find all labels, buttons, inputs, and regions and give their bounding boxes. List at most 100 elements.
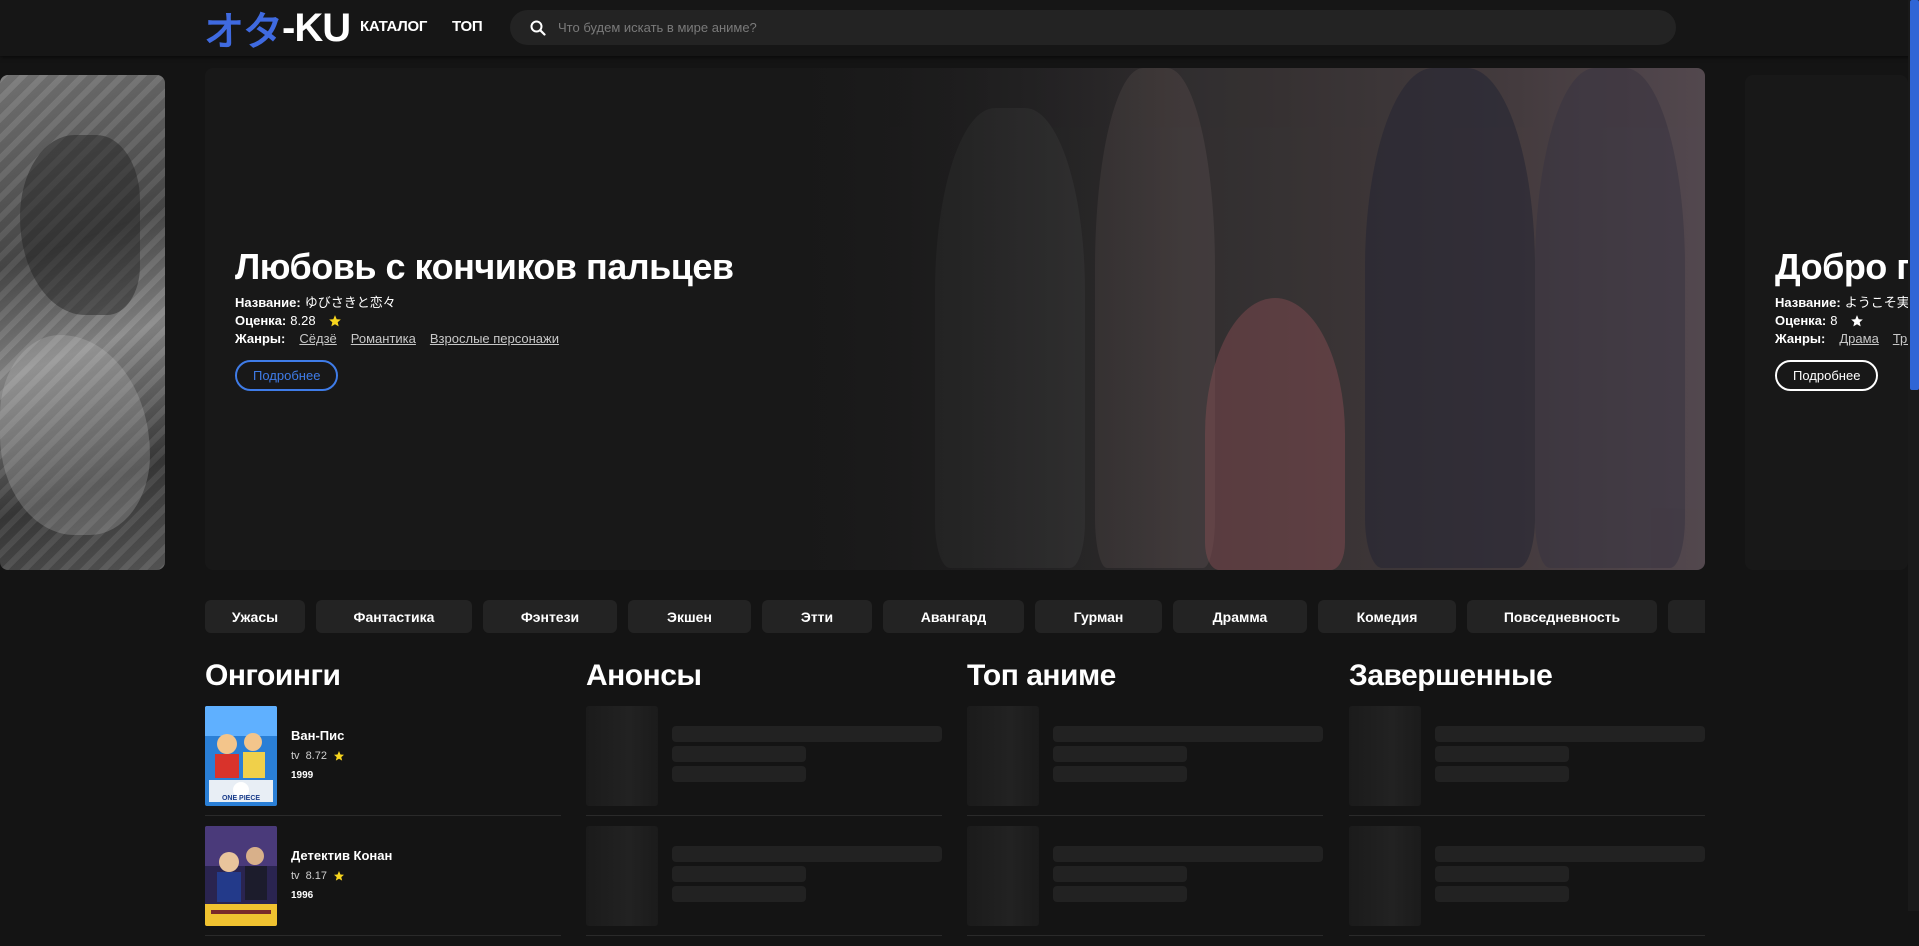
hero-next-rating-row: Оценка: 8 (1775, 312, 1908, 330)
skeleton-line (672, 886, 806, 902)
top-anime-column: Топ аниме (967, 656, 1323, 946)
skeleton-list-item (586, 826, 942, 936)
search-icon (530, 20, 546, 36)
hero-next-genre-link[interactable]: Драма (1839, 330, 1878, 348)
site-logo[interactable]: オタ -KU (204, 4, 351, 55)
hero-next-more-button[interactable]: Подробнее (1775, 360, 1879, 391)
genre-chip[interactable]: Повседневность (1467, 600, 1657, 633)
hero-rating-row: Оценка: 8.28 (235, 312, 734, 330)
skeleton-line (1435, 746, 1569, 762)
hero-slide-previous[interactable] (0, 75, 165, 570)
anime-year: 1996 (291, 890, 314, 901)
skeleton-list-item (967, 706, 1323, 816)
hero-rating-label: Оценка: (235, 313, 287, 328)
genre-chip[interactable]: Комедия (1318, 600, 1456, 633)
hero-genre-link[interactable]: Романтика (351, 330, 416, 348)
skeleton-line (1053, 886, 1187, 902)
skeleton-poster (1349, 826, 1421, 926)
skeleton-poster (967, 706, 1039, 806)
genre-chip[interactable]: Экшен (628, 600, 751, 633)
hero-rating-value: 8.28 (290, 313, 316, 328)
list-item[interactable]: Детектив Конан tv 8.17 1996 (205, 826, 561, 936)
hero-info: Любовь с кончиков пальцев Название: ゆびさき… (235, 246, 734, 391)
genre-chip[interactable] (1668, 600, 1705, 633)
skeleton-list-item (1349, 706, 1705, 816)
hero-artwork-fade (765, 68, 1185, 570)
hero-next-rating-label: Оценка: (1775, 313, 1827, 328)
skeleton-list-item (1349, 826, 1705, 936)
genre-chip[interactable]: Этти (762, 600, 872, 633)
hero-genre-link[interactable]: Взрослые персонажи (430, 330, 559, 348)
search-bar[interactable] (510, 10, 1676, 45)
hero-name-row: Название: ゆびさきと恋々 (235, 294, 734, 312)
search-input[interactable] (556, 19, 1676, 36)
skeleton-line (1435, 886, 1569, 902)
genre-chip[interactable]: Фантастика (316, 600, 472, 633)
genre-chip[interactable]: Авангард (883, 600, 1024, 633)
anime-poster[interactable] (205, 826, 277, 926)
hero-genres-label: Жанры: (235, 331, 286, 346)
finished-title: Завершенные (1349, 659, 1553, 692)
hero-next-info: Добро по Название: ようこそ実 Оценка: 8 Жанры… (1775, 246, 1908, 391)
anime-title[interactable]: Ван-Пис (291, 728, 344, 743)
skeleton-line (672, 726, 942, 742)
skeleton-line (1435, 846, 1705, 862)
skeleton-line (672, 866, 806, 882)
skeleton-line (1435, 866, 1569, 882)
nav-catalog-link[interactable]: КАТАЛОГ (360, 18, 427, 35)
anime-meta: tv 8.72 (291, 750, 345, 762)
hero-slide-next[interactable]: Добро по Название: ようこそ実 Оценка: 8 Жанры… (1745, 75, 1908, 570)
skeleton-poster (1349, 706, 1421, 806)
star-icon (1850, 314, 1864, 328)
star-icon (333, 750, 345, 762)
star-icon (328, 314, 342, 328)
skeleton-line (1435, 726, 1705, 742)
skeleton-line (672, 766, 806, 782)
nav-top-link[interactable]: ТОП (452, 18, 483, 35)
hero-genre-link[interactable]: Сёдзё (299, 330, 336, 348)
hero-next-title: Добро по (1775, 246, 1908, 287)
genre-chip[interactable]: Драмма (1173, 600, 1307, 633)
hero-more-button[interactable]: Подробнее (235, 360, 339, 391)
genre-chip[interactable]: Фэнтези (483, 600, 617, 633)
logo-accent: オタ (204, 10, 283, 54)
ongoing-title: Онгоинги (205, 659, 341, 692)
genre-chip[interactable]: Ужасы (205, 600, 305, 633)
hero-next-genres-label: Жанры: (1775, 331, 1826, 346)
hero-next-name-value: ようこそ実 (1844, 295, 1908, 310)
top-anime-title: Топ аниме (967, 659, 1116, 692)
announced-title: Анонсы (586, 659, 702, 692)
skeleton-line (672, 846, 942, 862)
scrollbar-thumb[interactable] (1910, 0, 1919, 390)
anime-poster[interactable]: ONE PIECE (205, 706, 277, 806)
skeleton-line (1435, 766, 1569, 782)
anime-title[interactable]: Детектив Конан (291, 848, 392, 863)
genre-chip[interactable]: Гурман (1035, 600, 1162, 633)
page-scrollbar[interactable] (1908, 0, 1919, 911)
list-item[interactable]: ONE PIECE Ван-Пис tv 8.72 1999 (205, 706, 561, 816)
skeleton-list-item (967, 826, 1323, 936)
skeleton-line (1053, 726, 1323, 742)
logo-rest: -KU (282, 5, 351, 50)
top-header: オタ -KU КАТАЛОГ ТОП (0, 0, 1919, 56)
anime-meta: tv 8.17 (291, 870, 345, 882)
skeleton-line (1053, 846, 1323, 862)
skeleton-poster (586, 826, 658, 926)
announced-column: Анонсы (586, 656, 942, 946)
slide-art-figure (0, 335, 150, 535)
skeleton-line (1053, 766, 1187, 782)
skeleton-list-item (586, 706, 942, 816)
skeleton-line (1053, 746, 1187, 762)
skeleton-poster (586, 706, 658, 806)
slide-art-figure (20, 135, 140, 315)
hero-next-name-row: Название: ようこそ実 (1775, 294, 1908, 312)
anime-kind: tv (291, 870, 300, 882)
star-icon (333, 870, 345, 882)
anime-score: 8.72 (305, 750, 327, 762)
hero-next-genre-link[interactable]: Три (1893, 330, 1908, 348)
anime-kind: tv (291, 750, 300, 762)
hero-next-name-label: Название: (1775, 295, 1841, 310)
hero-next-rating-value: 8 (1830, 313, 1838, 328)
hero-name-label: Название: (235, 295, 301, 310)
skeleton-line (672, 746, 806, 762)
